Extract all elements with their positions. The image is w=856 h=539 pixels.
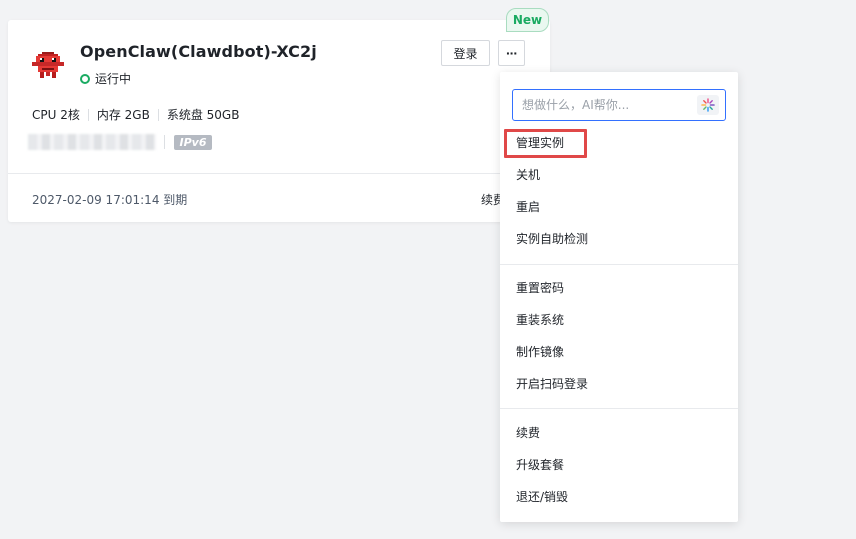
instance-title: OpenClaw(Clawdbot)-XC2j (80, 42, 317, 61)
menu-item-restart[interactable]: 重启 (516, 197, 540, 217)
instance-status: 运行中 (80, 70, 131, 87)
spec-disk: 系统盘 50GB (166, 108, 240, 122)
instance-card: New OpenClaw(Clawdbot)-XC2j 运行中 登录 ··· C… (8, 8, 550, 222)
spec-memory: 内存 2GB (96, 108, 150, 122)
spec-divider (157, 108, 159, 121)
ip-divider (164, 135, 165, 149)
menu-item-manage-instance[interactable]: 管理实例 (516, 133, 564, 153)
menu-item-refund-destroy[interactable]: 退还/销毁 (516, 487, 568, 507)
status-label: 运行中 (95, 72, 132, 86)
menu-divider (500, 408, 738, 409)
ai-search-box[interactable] (512, 89, 726, 121)
menu-item-renew[interactable]: 续费 (516, 423, 540, 443)
menu-item-reinstall-system[interactable]: 重装系统 (516, 310, 564, 330)
new-badge: New (506, 8, 549, 32)
instance-specs: CPU 2核 内存 2GB 系统盘 50GB (32, 106, 239, 123)
expiry-date: 2027-02-09 17:01:14 到期 (32, 193, 188, 207)
menu-item-enable-qr-login[interactable]: 开启扫码登录 (516, 374, 588, 394)
more-options-button[interactable]: ··· (498, 40, 525, 66)
menu-item-self-check[interactable]: 实例自助检测 (516, 229, 588, 249)
ai-sparkle-icon[interactable] (697, 95, 719, 115)
login-button[interactable]: 登录 (441, 40, 490, 66)
lobster-logo-icon (32, 52, 64, 78)
menu-divider (500, 264, 738, 265)
ipv6-badge: IPv6 (174, 134, 212, 150)
menu-item-reset-password[interactable]: 重置密码 (516, 278, 564, 298)
more-options-menu: 管理实例 关机 重启 实例自助检测 重置密码 重装系统 制作镜像 开启扫码登录 … (500, 72, 738, 522)
spec-divider (87, 108, 89, 121)
card-divider (8, 173, 550, 174)
status-running-icon (80, 73, 90, 84)
menu-item-create-image[interactable]: 制作镜像 (516, 342, 564, 362)
ip-address-redacted (28, 134, 156, 150)
spec-cpu: CPU 2核 (32, 108, 80, 122)
menu-item-upgrade-plan[interactable]: 升级套餐 (516, 455, 564, 475)
ai-search-input[interactable] (522, 98, 692, 112)
menu-item-shutdown[interactable]: 关机 (516, 165, 540, 185)
ip-address-row: IPv6 (28, 134, 212, 150)
